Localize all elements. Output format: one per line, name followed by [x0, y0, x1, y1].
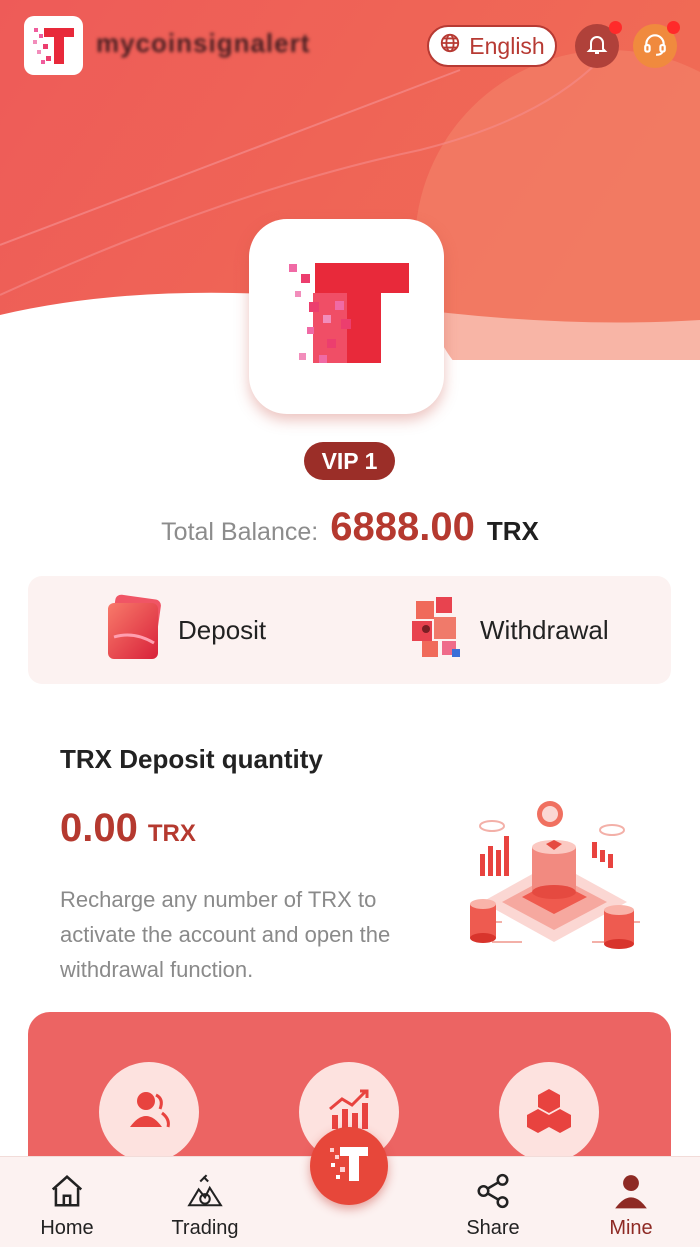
deposit-button[interactable]: Deposit [106, 576, 266, 684]
nav-label-home: Home [40, 1217, 94, 1239]
headset-icon [642, 31, 668, 62]
profile-logo [249, 219, 444, 414]
deposit-quantity-description: Recharge any number of TRX to activate t… [60, 887, 391, 982]
bell-icon [585, 32, 609, 61]
nav-label-mine: Mine [609, 1217, 653, 1239]
nav-item-home[interactable]: Home [12, 1157, 122, 1247]
support-dot [667, 21, 680, 34]
withdraw-puzzle-icon [408, 593, 468, 668]
nav-label-trading: Trading [171, 1217, 239, 1239]
nav-item-mine[interactable]: Mine [576, 1157, 686, 1247]
user-icon [612, 1171, 650, 1211]
deposit-quantity-title: TRX Deposit quantity [60, 744, 323, 774]
balance-label: Total Balance: [161, 518, 319, 546]
wallet-icon [106, 593, 166, 668]
nav-item-share[interactable]: Share [438, 1157, 548, 1247]
globe-icon [439, 32, 461, 60]
deposit-label: Deposit [178, 614, 267, 645]
cubes-icon [524, 1085, 574, 1140]
team-icon [124, 1085, 174, 1140]
trading-icon [186, 1171, 224, 1211]
home-icon [48, 1171, 86, 1211]
deposit-quantity-value: 0.00 [60, 806, 138, 850]
center-logo-button[interactable] [310, 1127, 388, 1205]
nav-item-trading[interactable]: Trading [150, 1157, 260, 1247]
balance-row: Total Balance: 6888.00 TRX [0, 505, 700, 565]
app-logo[interactable] [24, 16, 83, 75]
notifications-button[interactable] [575, 21, 622, 68]
balance-unit: TRX [486, 516, 539, 546]
top-bar: mycoinsignalert English [0, 0, 700, 95]
deposit-quantity-amount: 0.00 TRX [60, 806, 196, 851]
site-name: mycoinsignalert [96, 28, 311, 58]
wallet-actions-card: Deposit Withdrawal [28, 576, 671, 684]
brand-t-icon [324, 1139, 374, 1194]
deposit-quantity-unit: TRX [147, 820, 196, 847]
share-icon [474, 1171, 512, 1211]
notification-dot [609, 21, 622, 34]
language-label: English [469, 32, 545, 59]
trx-coins-illustration [470, 801, 640, 949]
nav-label-share: Share [466, 1217, 520, 1239]
vip-badge: VIP 1 [304, 442, 395, 480]
withdrawal-button[interactable]: Withdrawal [408, 576, 609, 684]
balance-value: 6888.00 [330, 505, 475, 549]
support-button[interactable] [633, 21, 680, 68]
withdrawal-label: Withdrawal [480, 614, 609, 645]
language-button[interactable]: English [427, 25, 557, 67]
team-feature-button[interactable] [99, 1062, 199, 1162]
cubes-feature-button[interactable] [499, 1062, 599, 1162]
